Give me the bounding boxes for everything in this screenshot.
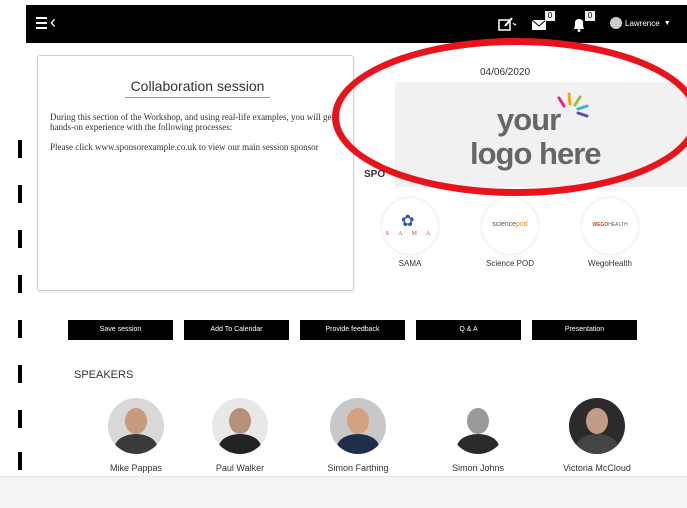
wegohealth-logo-text-b: HEALTH <box>608 222 628 228</box>
speaker-card[interactable]: Simon Johns <box>433 398 523 473</box>
wegohealth-logo-text: WEGOHEALTH <box>584 222 636 228</box>
sponsor-link-text[interactable]: Please click www.sponsorexample.co.uk to… <box>50 142 350 152</box>
sponsor-name: SAMA <box>398 259 422 268</box>
edge-mark <box>18 275 22 293</box>
avatar <box>610 17 622 29</box>
speaker-photo <box>108 398 164 454</box>
edge-mark <box>18 230 22 248</box>
edge-mark <box>18 452 22 470</box>
page-footer <box>0 476 687 508</box>
edit-icon[interactable] <box>496 14 518 34</box>
speaker-name: Victoria McCloud <box>563 463 631 473</box>
back-chevron-icon[interactable]: ‹ <box>50 12 56 32</box>
speaker-name: Paul Walker <box>215 463 265 473</box>
wegohealth-logo: WEGOHEALTH <box>582 198 638 254</box>
sama-logo: ✿ S A M A <box>382 198 438 254</box>
edge-mark <box>18 410 22 428</box>
user-name: Lawrence <box>625 18 660 28</box>
edge-mark <box>18 320 22 338</box>
speaker-card[interactable]: Victoria McCloud <box>552 398 642 473</box>
science-pod-logo-text-a: science <box>492 221 517 228</box>
session-description-text: During this section of the Workshop, and… <box>50 112 335 132</box>
edge-mark <box>18 185 22 203</box>
speaker-name: Mike Pappas <box>109 463 163 473</box>
q-and-a-button[interactable]: Q & A <box>416 320 521 340</box>
provide-feedback-button[interactable]: Provide feedback <box>300 320 405 340</box>
notifications-badge: 0 <box>585 11 595 21</box>
science-pod-logo: sciencepod <box>482 198 538 254</box>
sama-logo-text: S A M A <box>385 231 435 237</box>
speaker-photo <box>212 398 268 454</box>
speaker-name: Simon Farthing <box>327 463 389 473</box>
edge-mark <box>18 140 22 158</box>
menu-icon[interactable] <box>36 17 47 29</box>
edge-mark <box>18 365 22 383</box>
sponsor-name: WegoHealth <box>588 259 632 268</box>
session-description: During this section of the Workshop, and… <box>50 112 350 162</box>
top-navbar: ‹ 0 0 Lawrence ▼ <box>26 5 687 43</box>
speaker-name: Simon Johns <box>451 463 505 473</box>
speaker-photo <box>450 398 506 454</box>
speaker-card[interactable]: Mike Pappas <box>91 398 181 473</box>
speaker-photo <box>330 398 386 454</box>
science-pod-logo-text: sciencepod <box>486 221 534 228</box>
sponsor-science-pod[interactable]: sciencepod Science POD <box>470 198 550 268</box>
sponsor-wegohealth[interactable]: WEGOHEALTH WegoHealth <box>570 198 650 268</box>
speaker-photo <box>569 398 625 454</box>
sponsor-name: Science POD <box>485 259 535 268</box>
bell-icon[interactable]: 0 <box>570 11 595 34</box>
messages-badge: 0 <box>545 11 555 21</box>
sama-mark-icon: ✿ <box>401 213 415 230</box>
sponsor-sama[interactable]: ✿ S A M A SAMA <box>370 198 450 268</box>
speaker-card[interactable]: Paul Walker <box>195 398 285 473</box>
user-menu[interactable]: Lawrence ▼ <box>610 17 671 29</box>
session-title: Collaboration session <box>125 78 270 98</box>
speaker-card[interactable]: Simon Farthing <box>313 398 403 473</box>
save-session-button[interactable]: Save session <box>68 320 173 340</box>
messages-icon[interactable]: 0 <box>530 11 555 34</box>
presentation-button[interactable]: Presentation <box>532 320 637 340</box>
wegohealth-logo-text-a: WEGO <box>592 222 609 228</box>
sponsors-heading: SPO <box>364 169 386 180</box>
highlight-ellipse <box>332 38 687 196</box>
science-pod-logo-text-b: pod <box>516 221 528 228</box>
session-card: Collaboration session During this sectio… <box>37 55 354 291</box>
chevron-down-icon: ▼ <box>663 19 671 27</box>
add-to-calendar-button[interactable]: Add To Calendar <box>184 320 289 340</box>
speakers-heading: SPEAKERS <box>74 369 134 381</box>
